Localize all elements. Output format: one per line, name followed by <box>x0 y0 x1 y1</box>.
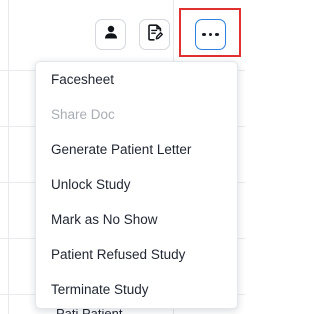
menu-item-unlock-study[interactable]: Unlock Study <box>36 167 237 202</box>
patient-button[interactable] <box>95 19 126 50</box>
screen: Pati Patient... Facesheet Share Doc Gene… <box>0 0 245 314</box>
document-edit-icon <box>147 23 163 46</box>
more-options-menu: Facesheet Share Doc Generate Patient Let… <box>35 61 238 309</box>
person-icon <box>104 25 118 44</box>
document-edit-button[interactable] <box>139 19 170 50</box>
menu-item-facesheet[interactable]: Facesheet <box>36 62 237 97</box>
menu-item-patient-refused-study[interactable]: Patient Refused Study <box>36 237 237 272</box>
menu-item-mark-as-no-show[interactable]: Mark as No Show <box>36 202 237 237</box>
menu-item-terminate-study[interactable]: Terminate Study <box>36 272 237 307</box>
table-column-divider <box>8 0 9 314</box>
menu-item-share-doc: Share Doc <box>51 107 115 122</box>
highlight-box <box>179 8 241 57</box>
menu-item-generate-patient-letter[interactable]: Generate Patient Letter <box>36 132 237 167</box>
